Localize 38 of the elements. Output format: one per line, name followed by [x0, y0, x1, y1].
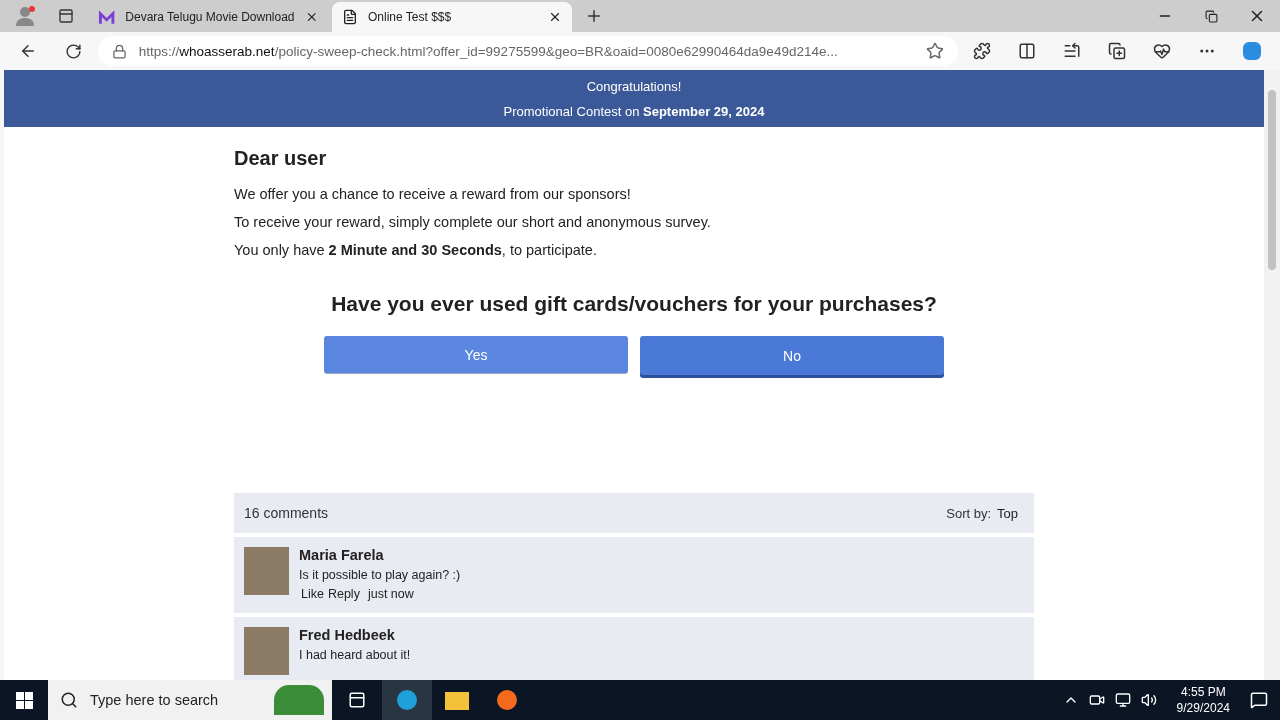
paragraph: We offer you a chance to receive a reward from our sponsors!: [234, 186, 632, 202]
comment-text: I had heard about it!: [299, 648, 411, 662]
network-icon[interactable]: [1114, 692, 1131, 708]
address-bar[interactable]: https://whoasserab.net/policy-sweep-check.html?offer_id=99275599&geo=BR&oaid=0080e62990464da9e49d214e...: [97, 36, 958, 66]
greeting-heading: Dear user: [234, 147, 328, 170]
site-logo-icon: [98, 10, 116, 24]
search-input[interactable]: Type here to search: [88, 691, 238, 709]
browser-tab[interactable]: Online Test $$$: [332, 2, 572, 32]
commenter-name: Fred Hedbeek: [299, 627, 396, 643]
comment-action-link[interactable]: Like: [301, 587, 324, 601]
favorite-icon[interactable]: [925, 42, 944, 60]
volume-icon[interactable]: [1140, 692, 1157, 708]
page-icon: [342, 9, 358, 25]
banner-title: Congratulations!: [585, 79, 683, 94]
clock[interactable]: 4:55 PM 9/29/2024: [1166, 684, 1240, 716]
search-icon: [60, 691, 78, 709]
browser-app-icon[interactable]: [382, 680, 432, 720]
paragraph: To receive your reward, simply complete our short and anonymous survey.: [234, 214, 712, 230]
close-icon[interactable]: [548, 10, 562, 24]
banner-subtitle: Promotional Contest on September 29, 2024: [502, 104, 766, 119]
sort-link[interactable]: Top: [997, 505, 1018, 521]
sort-label: Sort by:: [946, 505, 992, 521]
avatar-photo-placeholder: [244, 627, 289, 675]
commenter-name: Maria Farela: [299, 547, 385, 563]
answer-button[interactable]: Yes: [324, 336, 628, 373]
notifications-icon[interactable]: [1250, 691, 1268, 709]
comment-action-link[interactable]: Reply: [327, 587, 360, 601]
paragraph: You only have 2 Minute and 30 Seconds, to participate.: [234, 242, 598, 258]
comment-time: just now: [367, 587, 414, 601]
avatar-photo-placeholder: [244, 547, 289, 595]
answer-button[interactable]: No: [640, 336, 944, 375]
url-text: https://whoasserab.net/policy-sweep-check.html?offer_id=99275599&geo=BR&oaid=0080e62990464da9e49d214e...: [138, 43, 839, 59]
comment-count: 16 comments: [244, 505, 329, 521]
survey-question: Have you ever used gift cards/vouchers for your purchases?: [330, 292, 938, 316]
camera-icon[interactable]: [1088, 692, 1105, 708]
comment-text: Is it possible to play again? :): [299, 568, 461, 582]
lock-icon: [111, 43, 127, 59]
browser-tab[interactable]: Devara Telugu Movie Download: [88, 2, 328, 32]
